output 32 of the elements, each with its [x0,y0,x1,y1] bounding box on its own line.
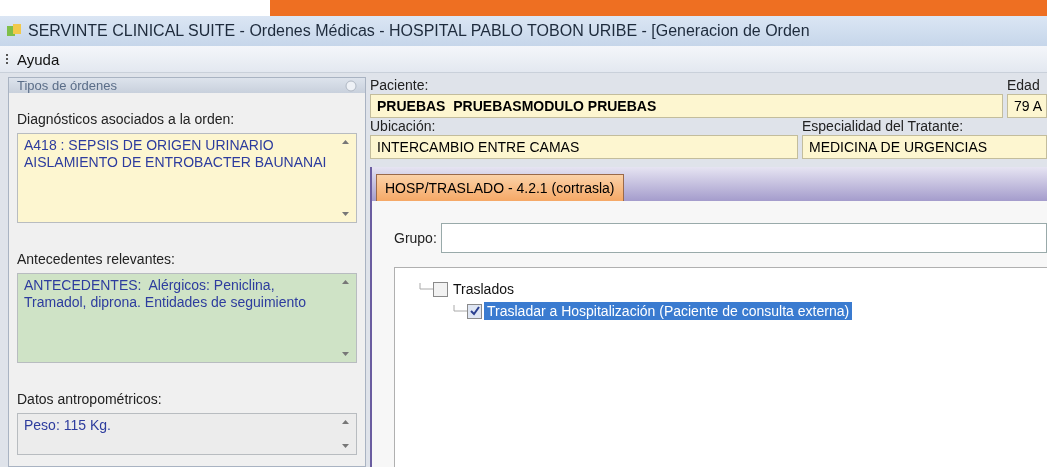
scroll-up-icon[interactable] [341,280,349,284]
field-label: Ubicación: [370,118,437,135]
window-title: SERVINTE CLINICAL SUITE - Ordenes Médicas - HOSPITAL PABLO TOBON URIBE - [Generacion de Orden [28,22,810,40]
scroll-down-icon[interactable] [341,444,349,448]
field-label: Grupo: [394,229,437,247]
location-field: INTERCAMBIO ENTRE CAMAS [370,135,798,159]
scroll-up-icon[interactable] [341,140,349,144]
section-label: Datos antropométricos: [17,390,163,409]
scroll-up-icon[interactable] [341,420,349,424]
scroll-down-icon[interactable] [341,352,349,356]
menu-item[interactable]: Ayuda [17,50,60,68]
tree-checkbox[interactable] [433,281,448,297]
info-text: A418 : SEPSIS DE ORIGEN URINARIO AISLAMIENTO DE ENTROBACTER BAUNANAI [23,136,328,172]
specialty-field: MEDICINA DE URGENCIAS [802,135,1047,159]
info-text: Peso: 115 Kg. [23,416,112,435]
patient-name-field: PRUEBAS PRUEBASMODULO PRUEBAS [370,94,1003,118]
info-text: ANTECEDENTES: Alérgicos: Peniclina, Tramadol, diprona. Entidades de seguimiento [23,276,307,312]
field-label: Edad [1007,77,1041,94]
field-label: Especialidad del Tratante: [802,118,965,135]
age-field: 79 A [1007,94,1047,118]
scroll-down-icon[interactable] [341,212,349,216]
group-input-field[interactable] [440,223,1047,253]
tree-item[interactable]: Trasladar a Hospitalización (Paciente de consulta externa) [484,302,853,320]
tree-item[interactable]: Traslados [450,280,517,298]
section-label: Diagnósticos asociados a la orden: [17,110,236,129]
sidebar-title: Tipos de órdenes [17,78,117,93]
field-label: Paciente: [370,77,430,94]
app-icon [6,23,22,39]
section-label: Antecedentes relevantes: [17,250,176,269]
tab[interactable]: HOSP/TRASLADO - 4.2.1 (cortrasla) [376,174,624,201]
tree-checkbox[interactable] [467,303,482,319]
grip-icon [6,53,9,65]
